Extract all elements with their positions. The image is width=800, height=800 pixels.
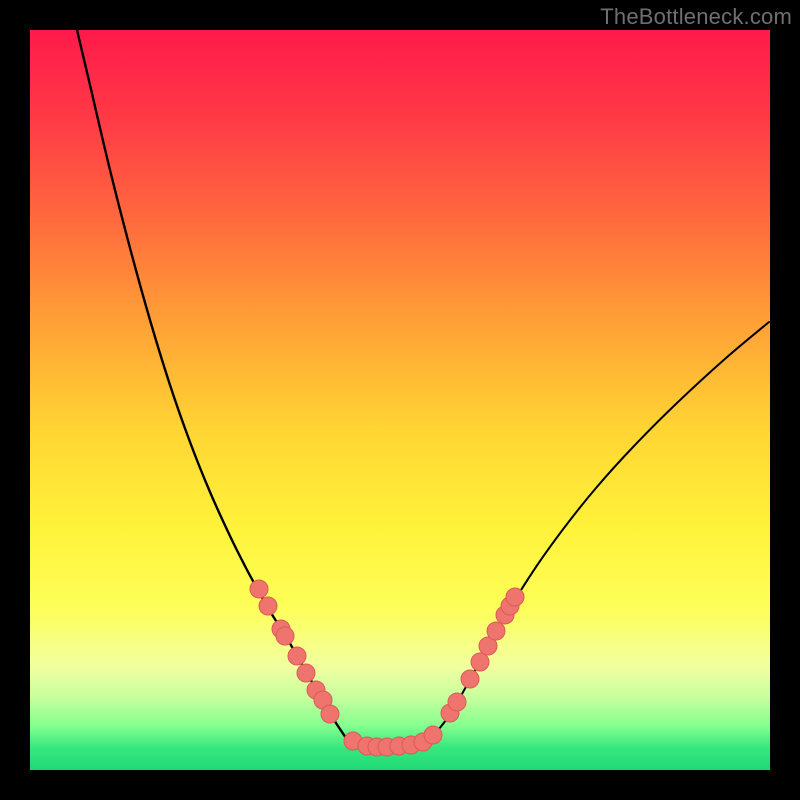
curve-svg	[30, 30, 770, 770]
data-dots-group	[250, 580, 524, 756]
curve-right-branch	[430, 322, 769, 738]
data-dot	[487, 622, 505, 640]
data-dot	[506, 588, 524, 606]
data-dot	[288, 647, 306, 665]
curve-left-branch	[77, 30, 346, 738]
data-dot	[297, 664, 315, 682]
data-dot	[321, 705, 339, 723]
data-dot	[461, 670, 479, 688]
data-dot	[250, 580, 268, 598]
data-dot	[448, 693, 466, 711]
data-dot	[471, 653, 489, 671]
watermark-text: TheBottleneck.com	[600, 4, 792, 30]
data-dot	[276, 627, 294, 645]
plot-area	[30, 30, 770, 770]
data-dot	[259, 597, 277, 615]
chart-frame: TheBottleneck.com	[0, 0, 800, 800]
data-dot	[424, 726, 442, 744]
